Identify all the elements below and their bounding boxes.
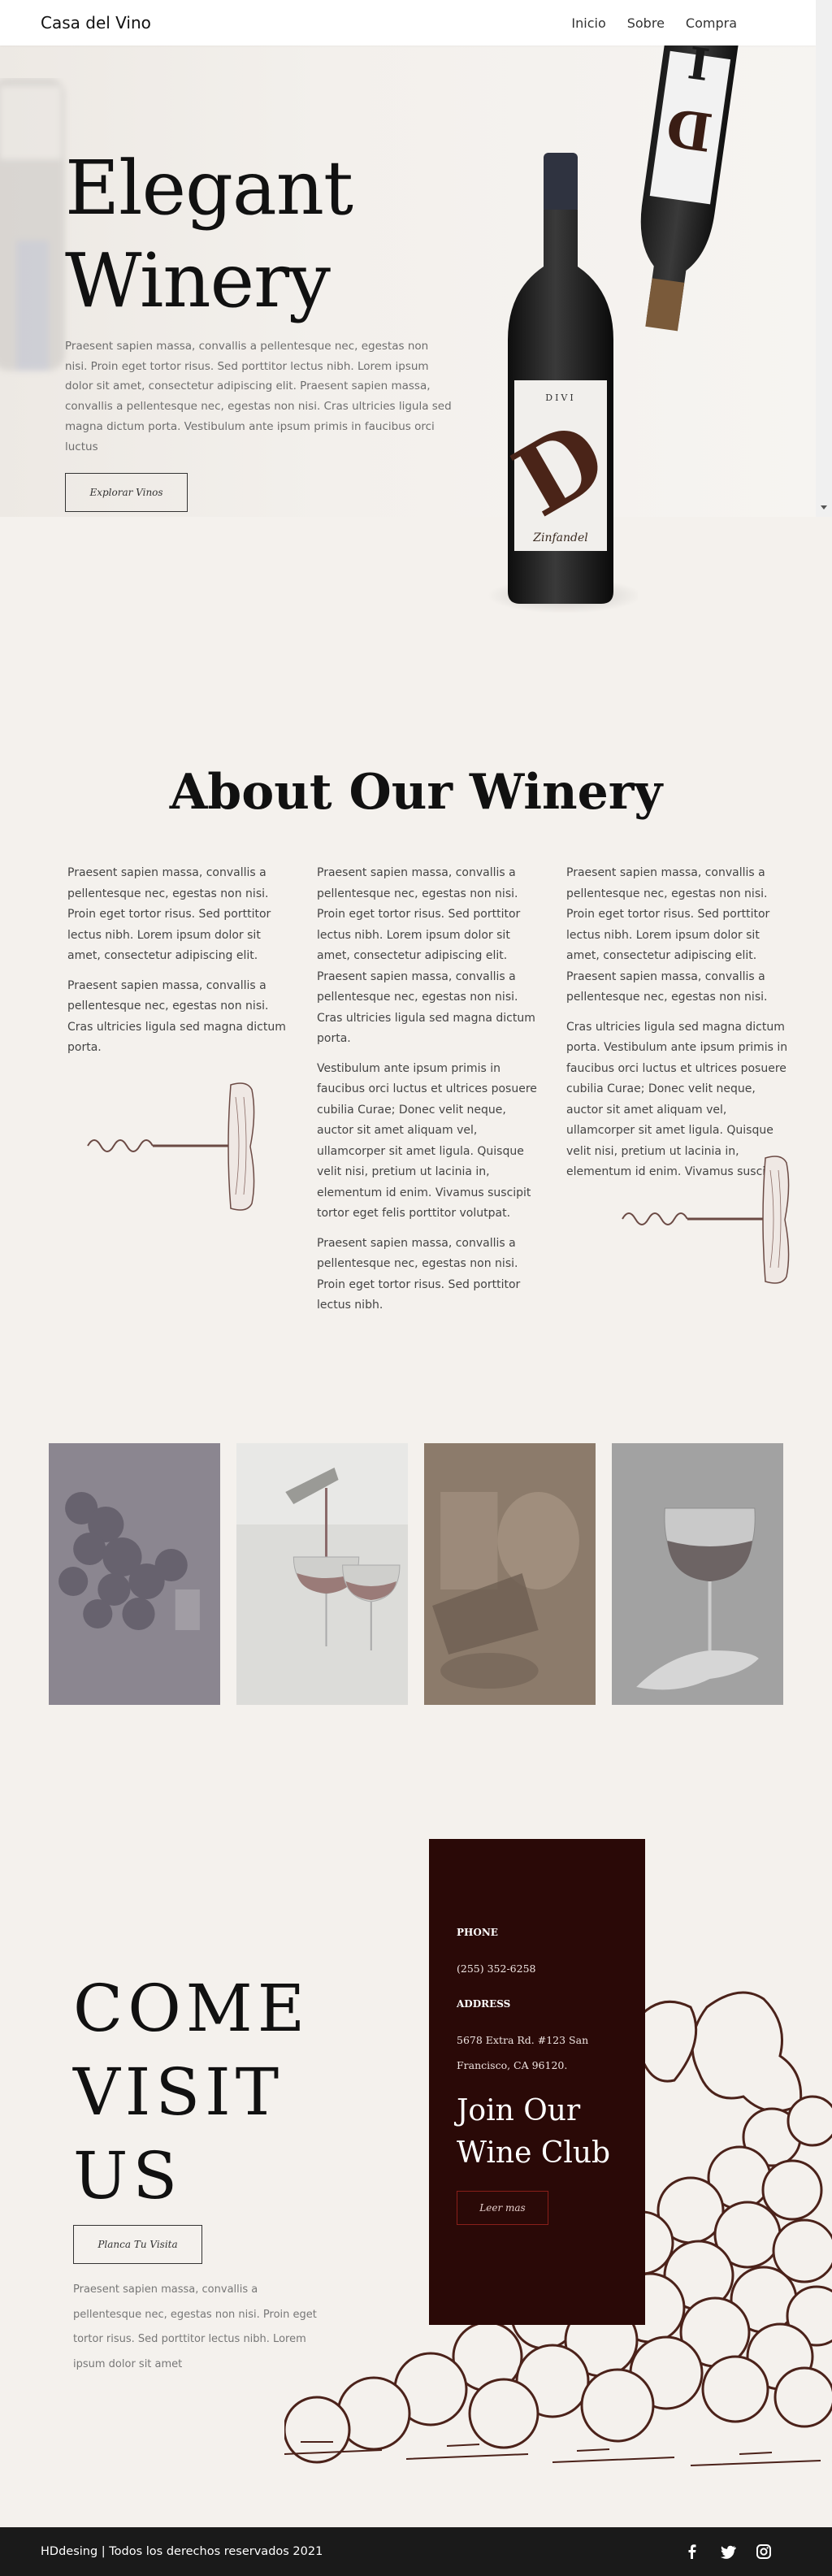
nav-item-inicio[interactable]: Inicio <box>571 15 605 31</box>
corkscrew-illustration <box>622 1156 790 1284</box>
grapes-photo[interactable] <box>49 1443 220 1705</box>
wine-club-line1: Join Our <box>457 2094 581 2127</box>
photo-gallery <box>49 1443 783 1705</box>
read-more-button[interactable]: Leer mas <box>457 2191 548 2225</box>
about-column-2: Praesent sapien massa, convallis a pelle… <box>317 863 544 1325</box>
footer-copyright: HDdesing | Todos los derechos reservados… <box>41 2545 323 2558</box>
wine-club-line2: Wine Club <box>457 2136 611 2170</box>
nav-item-sobre[interactable]: Sobre <box>627 15 665 31</box>
bottle-label-brand: DIVI <box>545 392 575 403</box>
corkscrew-illustration <box>87 1082 255 1211</box>
nav-menu: Inicio Sobre Compra <box>571 15 775 31</box>
about-column-3: Praesent sapien massa, convallis a pelle… <box>566 863 794 1192</box>
facebook-icon[interactable] <box>684 2543 700 2560</box>
phone-label: PHONE <box>457 1927 498 1938</box>
about-column-1: Praesent sapien massa, convallis a pelle… <box>67 863 295 1068</box>
visit-description: Praesent sapien massa, convallis a pelle… <box>73 2283 317 2370</box>
visit-title-line1: COME <box>73 1971 310 2046</box>
social-links <box>684 2543 791 2560</box>
footer: HDdesing | Todos los derechos reservados… <box>0 2527 832 2576</box>
scroll-down-arrow-icon[interactable] <box>821 505 827 510</box>
page: Casa del Vino Inicio Sobre Compra D I DI… <box>0 0 832 2576</box>
contact-card: PHONE (255) 352-6258 ADDRESS 5678 Extra … <box>429 1839 645 2325</box>
plan-visit-button[interactable]: Planca Tu Visita <box>73 2225 202 2264</box>
wine-club-title: Join Our Wine Club <box>457 2090 610 2175</box>
hero-description: Praesent sapien massa, convallis a pelle… <box>65 340 452 453</box>
visit-title-line2: VISIT <box>73 2054 284 2130</box>
about-paragraph: Vestibulum ante ipsum primis in faucibus… <box>317 1061 537 1221</box>
top-navbar: Casa del Vino Inicio Sobre Compra <box>0 0 816 46</box>
twitter-icon[interactable] <box>720 2543 736 2560</box>
about-paragraph: Praesent sapien massa, convallis a pelle… <box>67 978 286 1055</box>
about-paragraph: Praesent sapien massa, convallis a pelle… <box>67 866 271 962</box>
cheese-board-photo[interactable] <box>424 1443 596 1705</box>
phone-value[interactable]: (255) 352-6258 <box>457 1957 619 1982</box>
hero-title: Elegant Winery <box>65 142 353 327</box>
visit-title-line3: US <box>73 2138 183 2214</box>
brand-logo[interactable]: Casa del Vino <box>41 13 151 33</box>
explore-wines-button[interactable]: Explorar Vinos <box>65 473 188 512</box>
svg-text:D: D <box>663 95 716 162</box>
pouring-wine-photo[interactable] <box>236 1443 408 1705</box>
wine-glass-hand-photo[interactable] <box>612 1443 783 1705</box>
scrollbar[interactable] <box>816 0 832 517</box>
instagram-icon[interactable] <box>756 2543 772 2560</box>
hero-title-line2: Winery <box>65 237 331 324</box>
about-paragraph: Praesent sapien massa, convallis a pelle… <box>317 866 535 1045</box>
about-title: About Our Winery <box>169 764 663 821</box>
wine-bottle-image: DIVI D Zinfandel <box>488 153 638 614</box>
bottle-label-variety: Zinfandel <box>532 531 588 544</box>
nav-item-compra[interactable]: Compra <box>686 15 737 31</box>
about-paragraph: Praesent sapien massa, convallis a pelle… <box>317 1236 521 1312</box>
visit-title: COME VISIT US <box>73 1967 310 2218</box>
address-value: 5678 Extra Rd. #123 San Francisco, CA 96… <box>457 2034 589 2071</box>
address-label: ADDRESS <box>457 1998 511 2010</box>
hero-title-line1: Elegant <box>65 145 353 232</box>
about-paragraph: Praesent sapien massa, convallis a pelle… <box>566 866 770 1004</box>
